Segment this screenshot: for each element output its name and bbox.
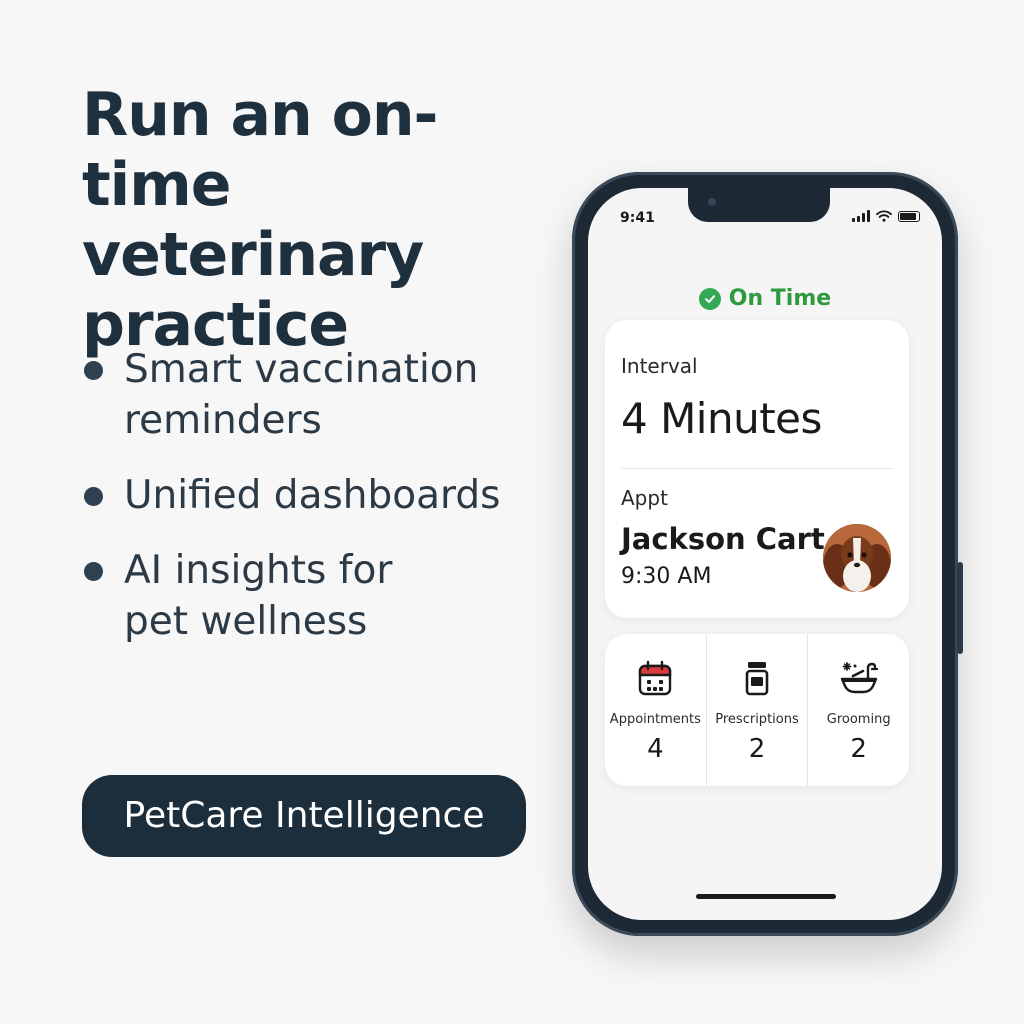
stat-value: 2 bbox=[850, 734, 867, 764]
stat-label: Grooming bbox=[826, 712, 891, 727]
stat-appointments[interactable]: Appointments 4 bbox=[605, 634, 706, 786]
appt-client-name: Jackson Cart bbox=[621, 522, 825, 556]
headline-line-1: Run an on-time bbox=[82, 80, 438, 220]
feature-text: AI insights for bbox=[124, 548, 393, 593]
feature-text: reminders bbox=[124, 398, 322, 443]
camera-icon bbox=[708, 198, 716, 206]
headline-line-2: veterinary bbox=[82, 220, 424, 290]
petcare-intelligence-button[interactable]: PetCare Intelligence bbox=[82, 775, 526, 857]
stat-value: 4 bbox=[647, 734, 664, 764]
feature-text: pet wellness bbox=[124, 599, 368, 644]
status-bar-icons bbox=[852, 210, 920, 222]
wifi-icon bbox=[876, 210, 892, 222]
headline: Run an on-time veterinary practice bbox=[82, 80, 562, 360]
status-bar-time: 9:41 bbox=[620, 210, 655, 226]
signal-icon bbox=[852, 210, 870, 222]
grooming-bath-icon bbox=[840, 662, 878, 694]
interval-value: 4 Minutes bbox=[621, 394, 822, 443]
bullet-dot-icon bbox=[84, 487, 103, 506]
pet-avatar[interactable] bbox=[823, 524, 891, 592]
appt-time: 9:30 AM bbox=[621, 564, 712, 589]
feature-item: AI insights for pet wellness bbox=[82, 545, 564, 647]
pill-bottle-icon bbox=[745, 662, 769, 696]
bullet-dot-icon bbox=[84, 562, 103, 581]
feature-list: Smart vaccination reminders Unified dash… bbox=[82, 344, 564, 671]
phone-side-button bbox=[957, 562, 963, 654]
feature-item: Smart vaccination reminders bbox=[82, 344, 564, 446]
appointment-card[interactable]: Interval 4 Minutes Appt Jackson Cart 9:3… bbox=[605, 320, 909, 618]
appt-label: Appt bbox=[621, 486, 668, 510]
home-indicator[interactable] bbox=[696, 894, 836, 899]
battery-icon bbox=[898, 211, 920, 222]
check-circle-icon bbox=[698, 287, 721, 310]
interval-label: Interval bbox=[621, 354, 698, 378]
stat-grooming[interactable]: Grooming 2 bbox=[807, 634, 909, 786]
feature-text: Unified dashboards bbox=[124, 473, 501, 518]
phone-screen: 9:41 On Time Interval 4 Minutes Appt Jac… bbox=[588, 188, 942, 920]
feature-item: Unified dashboards bbox=[82, 470, 564, 521]
stats-card: Appointments 4 Prescriptions 2 Grooming … bbox=[605, 634, 909, 786]
card-divider bbox=[621, 468, 893, 469]
calendar-icon bbox=[639, 660, 672, 696]
on-time-status: On Time bbox=[588, 286, 942, 311]
status-text: On Time bbox=[728, 286, 832, 311]
feature-text: Smart vaccination bbox=[124, 347, 479, 392]
stat-label: Appointments bbox=[609, 712, 701, 727]
phone-notch bbox=[688, 188, 830, 222]
phone-mockup: 9:41 On Time Interval 4 Minutes Appt Jac… bbox=[572, 172, 963, 936]
stat-label: Prescriptions bbox=[715, 712, 799, 727]
stat-prescriptions[interactable]: Prescriptions 2 bbox=[705, 634, 808, 786]
stat-value: 2 bbox=[748, 734, 766, 764]
bullet-dot-icon bbox=[84, 361, 103, 380]
